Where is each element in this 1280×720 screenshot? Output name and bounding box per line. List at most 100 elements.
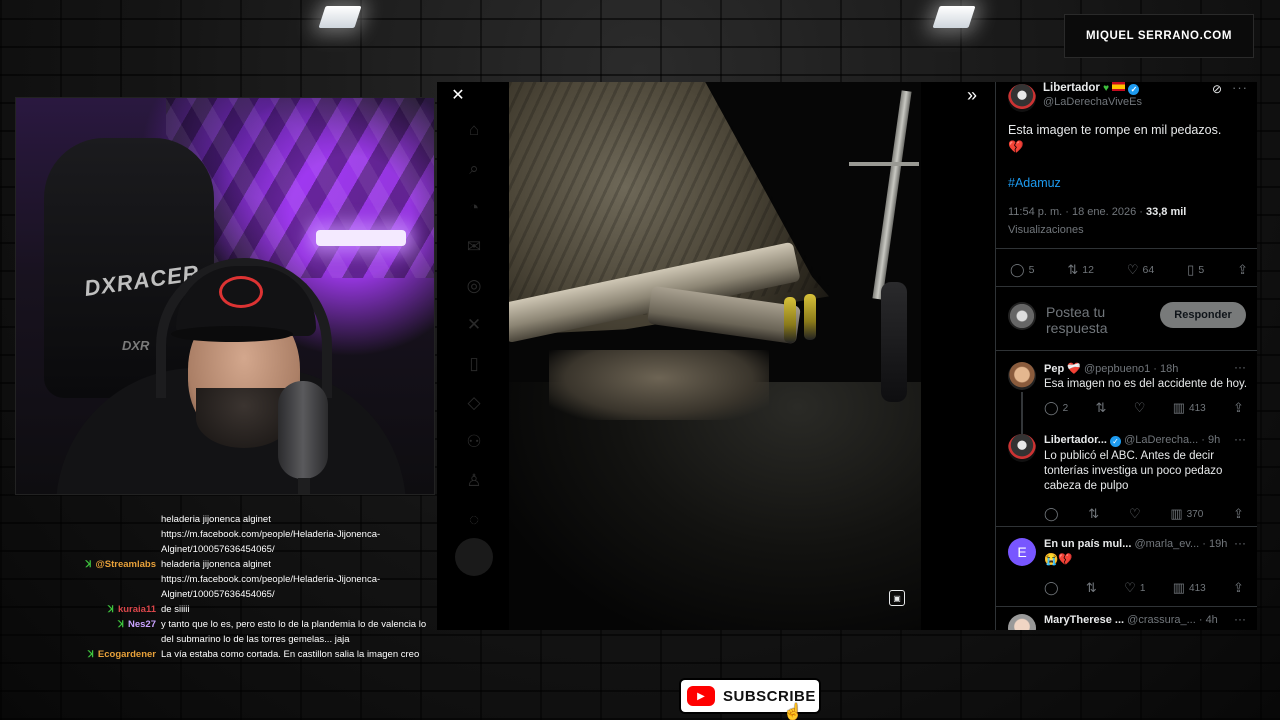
grok-icon: ◎ bbox=[466, 276, 482, 295]
reply-action-bar: ◯ 2 ⇅ ♡ ▥ 413 ⇪ bbox=[1044, 400, 1244, 416]
share-icon: ⇪ bbox=[1233, 506, 1244, 521]
moderator-badge-icon: ꓘ bbox=[118, 619, 124, 629]
more-options-icon[interactable]: ··· bbox=[1232, 82, 1248, 95]
reply-button[interactable]: ◯ 2 bbox=[1044, 400, 1068, 416]
reply-header: MaryTherese ... @crassura_... · 4h bbox=[1044, 614, 1218, 626]
divider bbox=[996, 286, 1257, 287]
hand-cursor-icon: ☝ bbox=[783, 704, 803, 720]
heart-icon: ♡ bbox=[1124, 580, 1136, 595]
close-icon[interactable]: ✕ bbox=[447, 84, 469, 106]
brand-watermark: MIQUEL SERRANO.COM bbox=[1064, 14, 1254, 58]
tweet-text: Esta imagen te rompe en mil pedazos. 💔 bbox=[1008, 123, 1222, 154]
repost-button[interactable]: ⇅ 12 bbox=[1067, 262, 1094, 278]
more-options-icon[interactable]: ··· bbox=[1234, 612, 1246, 626]
reply-header: Pep ❤️‍🩹 @pepbueno1 · 18h bbox=[1044, 363, 1179, 375]
ceiling-light bbox=[932, 6, 976, 28]
chat-message: ꓘ @Streamlabs heladeria jijonenca alginet bbox=[60, 557, 430, 572]
my-avatar bbox=[1008, 302, 1036, 330]
webcam-feed: DXRACER DXR bbox=[15, 97, 435, 495]
microphone-arm bbox=[298, 478, 310, 494]
share-button[interactable]: ⇪ bbox=[1233, 580, 1244, 596]
reply-avatar[interactable] bbox=[1008, 434, 1036, 462]
moderator-badge-icon: ꓘ bbox=[85, 559, 92, 569]
reply-avatar[interactable]: E bbox=[1008, 538, 1036, 566]
chat-message: https://m.facebook.com/people/Heladeria-… bbox=[60, 527, 430, 557]
reply-avatar[interactable] bbox=[1008, 362, 1036, 390]
views-button[interactable]: ▥ 370 bbox=[1170, 506, 1203, 522]
chair-logo-small: DXR bbox=[122, 338, 150, 353]
reply-button[interactable]: ◯ bbox=[1044, 580, 1059, 596]
views-icon: ▥ bbox=[1170, 506, 1183, 521]
divider bbox=[996, 606, 1257, 607]
reply-button[interactable]: ◯ bbox=[1044, 506, 1059, 522]
reply-button[interactable]: ◯ 5 bbox=[1010, 262, 1034, 278]
grok-icon[interactable]: ⊘ bbox=[1212, 82, 1222, 96]
chat-message: heladeria jijonenca alginet bbox=[60, 512, 430, 527]
views-button[interactable]: ▥ 413 bbox=[1173, 580, 1206, 596]
more-options-icon[interactable]: ··· bbox=[1234, 432, 1246, 446]
repost-icon: ⇅ bbox=[1095, 400, 1107, 415]
chat-text: La vía estaba como cortada. En castillon… bbox=[161, 649, 420, 660]
chat-text: heladeria jijonenca alginet bbox=[161, 514, 271, 525]
views-label: Visualizaciones bbox=[1008, 224, 1084, 236]
more-options-icon[interactable]: ··· bbox=[1234, 536, 1246, 550]
reply-text: 😭💔 bbox=[1044, 554, 1073, 566]
post-photo[interactable]: ▣ bbox=[509, 82, 921, 630]
tweet-timestamp[interactable]: 11:54 p. m. · 18 ene. 2026 · 33,8 mil bbox=[1008, 206, 1186, 218]
heart-icon: ♡ bbox=[1133, 400, 1146, 415]
more-options-icon[interactable]: ··· bbox=[1234, 360, 1246, 374]
search-icon: ⌕ bbox=[469, 159, 479, 178]
notifications-icon: ◔ bbox=[468, 198, 480, 217]
hashtag-link[interactable]: #Adamuz bbox=[1008, 176, 1061, 190]
like-button[interactable]: ♡ 1 bbox=[1124, 580, 1145, 596]
share-button[interactable]: ⇪ bbox=[1233, 506, 1244, 522]
share-button[interactable]: ⇪ bbox=[1233, 400, 1244, 416]
views-button[interactable]: ▥ 413 bbox=[1173, 400, 1206, 416]
reply-input[interactable]: Postea tu respuesta bbox=[1046, 304, 1156, 336]
reply-item[interactable]: Libertador... ✓ @LaDerecha... · 9h ··· L… bbox=[996, 432, 1257, 524]
chat-message: ꓘ kuraia11 de siiiii bbox=[60, 602, 430, 617]
reply-item[interactable]: MaryTherese ... @crassura_... · 4h ··· bbox=[996, 612, 1257, 630]
author-handle[interactable]: @LaDerechaViveEs bbox=[1043, 96, 1142, 108]
author-name[interactable]: Libertador ♥ ✓ bbox=[1043, 82, 1140, 95]
reply-icon: ◯ bbox=[1044, 506, 1059, 521]
repost-icon: ⇅ bbox=[1067, 262, 1079, 277]
bookmark-icon: ▯ bbox=[1187, 262, 1195, 277]
more-icon: ◌ bbox=[468, 510, 480, 529]
alt-badge-icon[interactable]: ▣ bbox=[889, 590, 905, 606]
chat-username: kuraia11 bbox=[117, 604, 156, 615]
thread-line bbox=[1021, 392, 1023, 434]
wreck-debris bbox=[549, 350, 769, 420]
repost-icon: ⇅ bbox=[1088, 506, 1100, 521]
repost-icon: ⇅ bbox=[1085, 580, 1097, 595]
moderator-badge-icon: ꓘ bbox=[88, 649, 94, 659]
responder-button[interactable]: Responder bbox=[1160, 302, 1246, 328]
reply-avatar[interactable] bbox=[1008, 614, 1036, 630]
stream-chat: heladeria jijonenca alginet https://m.fa… bbox=[60, 512, 430, 692]
heart-icon: ♡ bbox=[1126, 262, 1139, 277]
reply-item[interactable]: E En un país mul... @marla_ev... · 19h ·… bbox=[996, 536, 1257, 608]
reply-icon: ◯ bbox=[1044, 400, 1059, 415]
author-avatar[interactable] bbox=[1008, 84, 1036, 112]
reply-text: Lo publicó el ABC. Antes de decir tonter… bbox=[1044, 450, 1223, 492]
bookmark-button[interactable]: ▯ 5 bbox=[1187, 262, 1204, 278]
x-logo-icon: ✕ bbox=[466, 315, 482, 334]
reply-item[interactable]: Pep ❤️‍🩹 @pepbueno1 · 18h ··· Esa imagen… bbox=[996, 360, 1257, 426]
chat-text: https://m.facebook.com/people/Heladeria-… bbox=[161, 529, 381, 555]
like-button[interactable]: ♡ 64 bbox=[1127, 262, 1154, 278]
reply-action-bar: ◯ ⇅ ♡ ▥ 370 ⇪ bbox=[1044, 506, 1244, 522]
post-button-dimmed bbox=[455, 538, 493, 576]
expand-icon[interactable]: » bbox=[961, 84, 983, 106]
divider bbox=[996, 526, 1257, 527]
like-button[interactable]: ♡ bbox=[1129, 506, 1141, 522]
chat-text: de siiiii bbox=[161, 604, 190, 615]
repost-button[interactable]: ⇅ bbox=[1095, 400, 1106, 416]
heart-icon: ♡ bbox=[1128, 506, 1141, 521]
like-button[interactable]: ♡ bbox=[1134, 400, 1146, 416]
repost-button[interactable]: ⇅ bbox=[1086, 580, 1097, 596]
repost-button[interactable]: ⇅ bbox=[1088, 506, 1099, 522]
chat-username: @Streamlabs bbox=[95, 559, 156, 570]
reply-icon: ◯ bbox=[1010, 262, 1025, 277]
share-button[interactable]: ⇪ bbox=[1237, 262, 1248, 278]
tweet-header: Libertador ♥ ✓ @LaDerechaViveEs ⊘ ··· bbox=[996, 82, 1257, 120]
